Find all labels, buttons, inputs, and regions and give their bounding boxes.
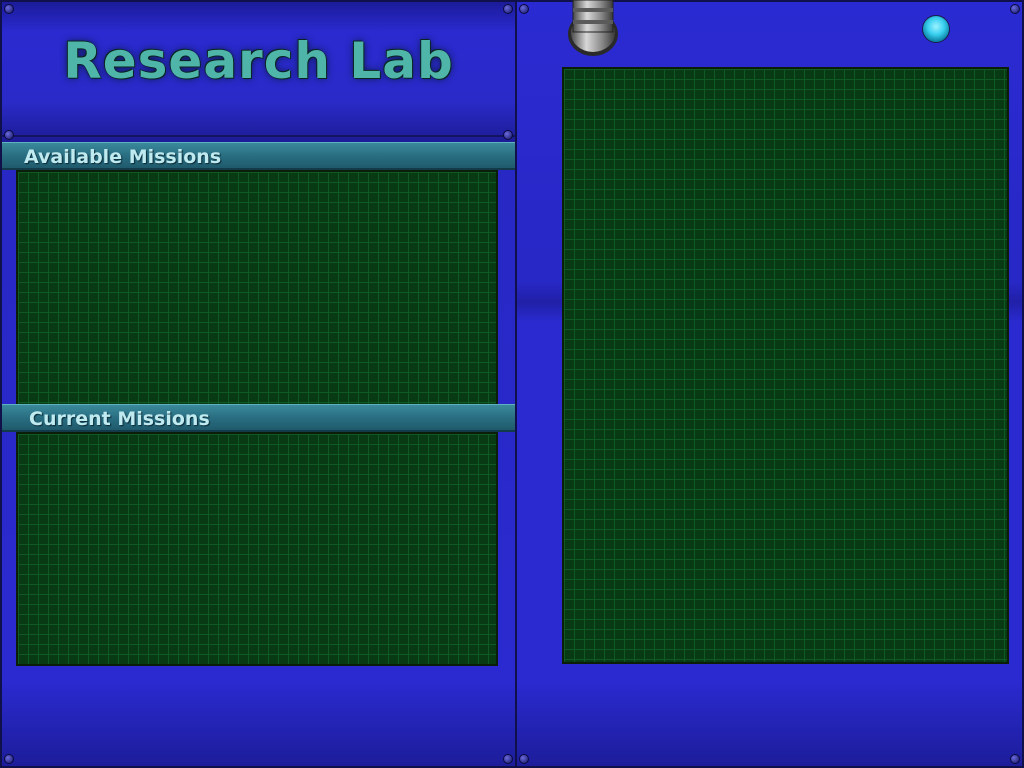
page-title: Research Lab — [63, 32, 454, 90]
indicator-light-button[interactable] — [922, 15, 950, 43]
rivet-icon — [503, 754, 513, 764]
divider — [2, 135, 515, 137]
available-missions-list[interactable] — [16, 170, 498, 406]
pipe-icon — [568, 0, 618, 56]
current-missions-header: Current Missions — [2, 404, 515, 432]
mission-detail-panel[interactable] — [562, 67, 1009, 664]
rivet-icon — [4, 130, 14, 140]
available-missions-header: Available Missions — [2, 142, 515, 170]
rivet-icon — [503, 4, 513, 14]
rivet-icon — [1010, 754, 1020, 764]
current-missions-label: Current Missions — [29, 408, 210, 430]
rivet-icon — [519, 754, 529, 764]
rivet-icon — [519, 4, 529, 14]
available-missions-label: Available Missions — [24, 146, 222, 168]
rivet-icon — [4, 754, 14, 764]
rivet-icon — [503, 130, 513, 140]
rivet-icon — [4, 4, 14, 14]
current-missions-list[interactable] — [16, 432, 498, 666]
rivet-icon — [1010, 4, 1020, 14]
